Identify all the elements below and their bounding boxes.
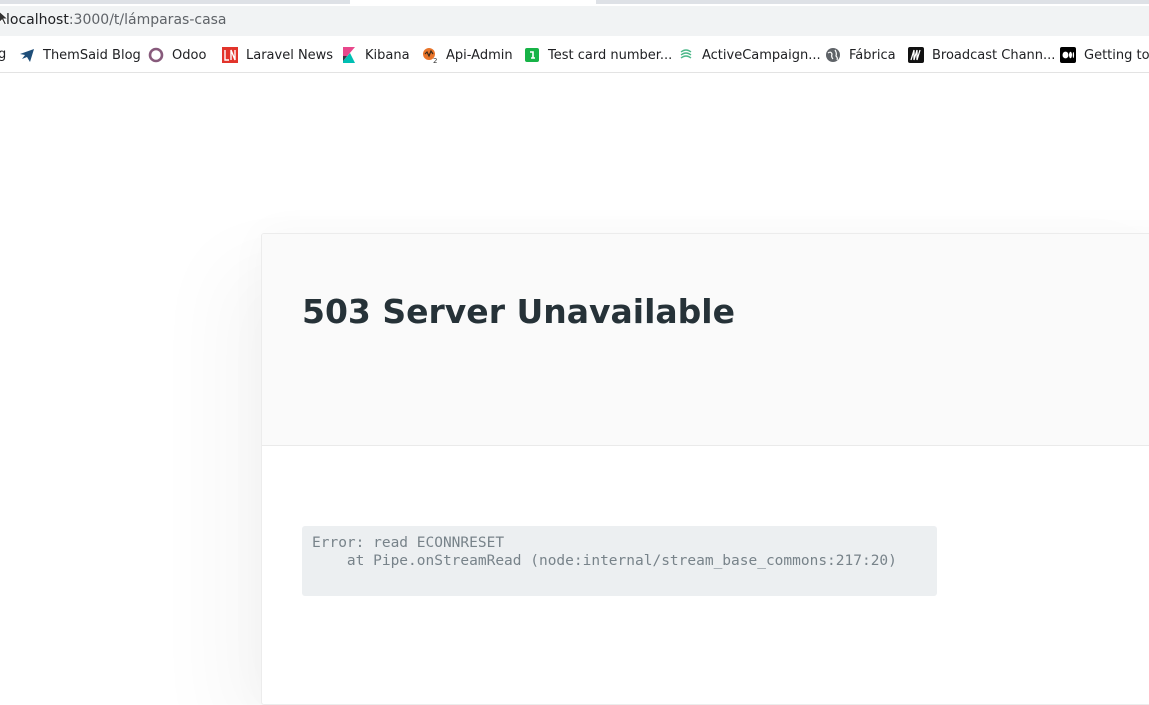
bookmark-partial[interactable]: g: [0, 47, 6, 62]
bookmarks-bar: g ThemSaid Blog Odoo Laravel News Kibana…: [0, 38, 1149, 73]
kibana-icon: [341, 47, 357, 63]
address-bar[interactable]: localhost:3000/t/lámparas-casa: [0, 6, 1149, 36]
bookmark-activecampaign[interactable]: ActiveCampaign...: [678, 38, 821, 72]
bookmark-label: Broadcast Chann...: [932, 47, 1056, 63]
api-admin-icon: 2: [422, 47, 438, 65]
bookmark-kibana[interactable]: Kibana: [341, 38, 410, 72]
url-path: :3000/t/lámparas-casa: [68, 12, 227, 28]
bookmark-label: Getting to: [1084, 47, 1149, 63]
activecampaign-icon: [678, 47, 694, 63]
error-stack-box: Error: read ECONNRESET at Pipe.onStreamR…: [302, 526, 937, 596]
bookmark-label: ActiveCampaign...: [702, 47, 821, 63]
error-stack-text: Error: read ECONNRESET at Pipe.onStreamR…: [312, 535, 897, 569]
url-text[interactable]: localhost:3000/t/lámparas-casa: [6, 12, 227, 28]
page-title: 503 Server Unavailable: [302, 292, 735, 331]
bookmark-label: Odoo: [172, 47, 207, 63]
bookmark-label: Fábrica: [849, 47, 896, 63]
bookmark-themsaid-blog[interactable]: ThemSaid Blog: [19, 38, 141, 72]
error-card-header: 503 Server Unavailable: [262, 234, 1149, 446]
svg-text:2: 2: [433, 57, 437, 63]
globe-icon: [825, 47, 841, 63]
bookmark-label: Test card number...: [548, 47, 673, 63]
bookmark-getting-to[interactable]: Getting to: [1060, 38, 1149, 72]
bookmark-api-admin[interactable]: 2 Api-Admin: [422, 38, 513, 72]
bookmark-label: ThemSaid Blog: [43, 47, 141, 63]
tab-strip: [0, 0, 1149, 4]
odoo-circle-icon: [148, 47, 164, 63]
medium-icon: [1060, 47, 1076, 63]
active-tab-edge[interactable]: [350, 0, 596, 4]
bookmark-laravel-news[interactable]: Laravel News: [222, 38, 333, 72]
broadcast-icon: [908, 47, 924, 63]
bookmark-label: Api-Admin: [446, 47, 513, 63]
error-card: 503 Server Unavailable Error: read ECONN…: [261, 233, 1149, 705]
bird-icon: [19, 47, 35, 63]
laravel-news-icon: [222, 47, 238, 63]
bookmark-odoo[interactable]: Odoo: [148, 38, 206, 72]
card-icon: [524, 47, 540, 63]
url-host: localhost: [6, 12, 69, 28]
bookmark-fabrica[interactable]: Fábrica: [825, 38, 896, 72]
bookmark-label: Kibana: [365, 47, 410, 63]
bookmark-label: Laravel News: [246, 47, 334, 63]
bookmark-test-card-number[interactable]: Test card number...: [524, 38, 672, 72]
bookmark-broadcast-channel[interactable]: Broadcast Chann...: [908, 38, 1055, 72]
